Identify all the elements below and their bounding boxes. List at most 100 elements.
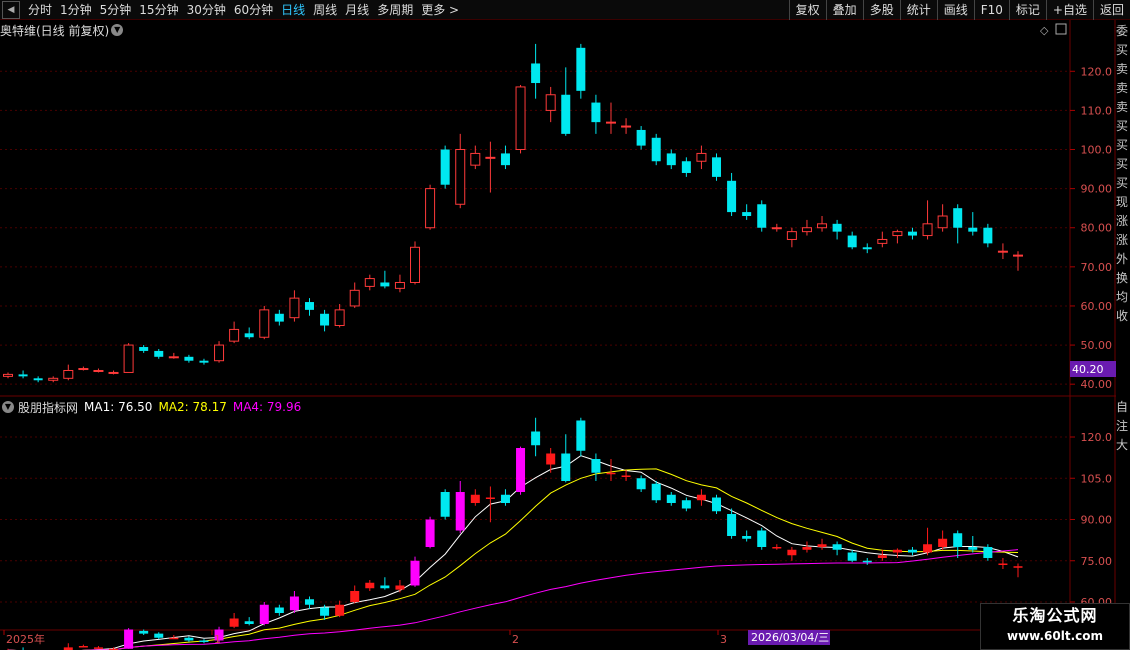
side-label: 收 xyxy=(1116,309,1129,323)
side-label: 卖 xyxy=(1116,100,1129,114)
candle-body xyxy=(394,281,405,289)
candle-body xyxy=(154,350,164,357)
panel-toggle-icon[interactable] xyxy=(1055,23,1067,35)
candle-body xyxy=(380,282,390,287)
indicator-body xyxy=(470,494,480,503)
candle-body xyxy=(139,347,149,351)
indicator-body xyxy=(154,633,164,638)
candle-body xyxy=(696,152,707,162)
current-price-label: 40.20 xyxy=(1072,363,1104,376)
candle-body xyxy=(771,227,782,230)
side-label: 大 xyxy=(1116,438,1129,452)
price-tick-label: 80.00 xyxy=(1081,222,1113,235)
kline-chart[interactable]: 40.00 50.00 60.00 70.00 80.00 90.00 100.0 110.0… xyxy=(0,0,1116,650)
candle-body xyxy=(832,223,842,232)
quote-side-column: 委买卖卖卖买买买买现涨涨外换均收 xyxy=(1116,22,1130,394)
candle-body xyxy=(786,231,797,240)
indicator-tick-label: 75.00 xyxy=(1081,555,1113,568)
price-tick-label: 100.0 xyxy=(1081,144,1113,157)
time-tick-label: 3 xyxy=(720,633,727,646)
candle-body xyxy=(997,250,1008,253)
price-tick-label: 110.0 xyxy=(1081,104,1113,117)
candle-body xyxy=(636,129,646,146)
ma-line-5 xyxy=(8,455,1019,650)
side-label: 均 xyxy=(1116,290,1129,304)
indicator-body xyxy=(485,497,495,499)
candle-body xyxy=(515,86,526,151)
candle-body xyxy=(123,344,134,373)
indicator-body xyxy=(274,607,284,613)
candle-body xyxy=(320,313,330,326)
indicator-body xyxy=(425,519,435,547)
candle-body xyxy=(108,371,119,374)
indicator-body xyxy=(304,599,314,605)
candle-body xyxy=(440,149,450,185)
side-label: 现 xyxy=(1116,195,1129,209)
candle-body xyxy=(681,161,691,173)
indicator-body xyxy=(93,647,103,649)
indicator-body xyxy=(139,630,149,634)
candle-body xyxy=(184,356,194,361)
price-tick-label: 60.00 xyxy=(1081,300,1113,313)
indicator-body xyxy=(892,549,902,553)
indicator-body xyxy=(772,547,782,549)
candle-body xyxy=(847,235,857,248)
price-tick-label: 70.00 xyxy=(1081,261,1113,274)
candle-body xyxy=(274,313,284,322)
candle-body xyxy=(742,212,752,216)
candle-body xyxy=(304,302,314,310)
candle-body xyxy=(18,374,28,377)
indicator-body xyxy=(591,459,601,473)
indicator-body xyxy=(395,585,405,590)
indicator-body xyxy=(561,453,571,481)
candle-body xyxy=(727,180,737,213)
diamond-icon[interactable]: ◇ xyxy=(1040,24,1049,37)
candle-body xyxy=(937,215,948,229)
candle-body xyxy=(545,94,556,111)
indicator-body xyxy=(712,497,722,512)
candle-body xyxy=(561,94,571,134)
side-label: 买 xyxy=(1116,176,1129,190)
time-tick-label: 1 xyxy=(214,633,221,646)
candle-body xyxy=(168,356,179,359)
candle-body xyxy=(983,227,993,244)
indicator-body xyxy=(78,646,88,648)
candle-body xyxy=(455,149,466,205)
indicator-body xyxy=(259,604,269,624)
side-label: 卖 xyxy=(1116,81,1129,95)
candle-body xyxy=(244,333,254,338)
candle-body xyxy=(78,368,89,371)
indicator-body xyxy=(727,514,737,536)
time-tick-label: 2025年 xyxy=(6,632,45,646)
candle-body xyxy=(214,344,225,362)
indicator-body xyxy=(199,640,209,642)
candle-body xyxy=(1013,254,1023,257)
side-label: 换 xyxy=(1116,271,1129,285)
indicator-body xyxy=(1013,566,1023,568)
indicator-body xyxy=(983,547,993,558)
indicator-body xyxy=(500,494,510,503)
side-label: 委 xyxy=(1116,24,1129,38)
candle-body xyxy=(531,63,541,84)
indicator-body xyxy=(817,544,827,547)
candle-body xyxy=(621,125,632,128)
indicator-body xyxy=(440,492,450,517)
ma-line-10 xyxy=(8,468,1019,650)
indicator-body xyxy=(124,629,134,649)
candle-body xyxy=(712,157,722,177)
site-watermark: 乐淘公式网 www.60lt.com xyxy=(980,603,1130,650)
candle-body xyxy=(801,227,812,233)
indicator-body xyxy=(350,591,360,602)
candle-body xyxy=(862,247,872,250)
candle-body xyxy=(425,188,436,229)
indicator-body xyxy=(410,560,420,586)
indicator-body xyxy=(938,538,948,547)
candle-body xyxy=(48,377,59,381)
candle-body xyxy=(289,297,300,319)
indicator-body xyxy=(681,500,691,509)
watermark-url: www.60lt.com xyxy=(1006,629,1104,643)
indicator-tick-label: 105.0 xyxy=(1081,472,1113,485)
indicator-body xyxy=(832,544,842,550)
indicator-body xyxy=(169,637,179,640)
indicator-body xyxy=(516,448,526,492)
